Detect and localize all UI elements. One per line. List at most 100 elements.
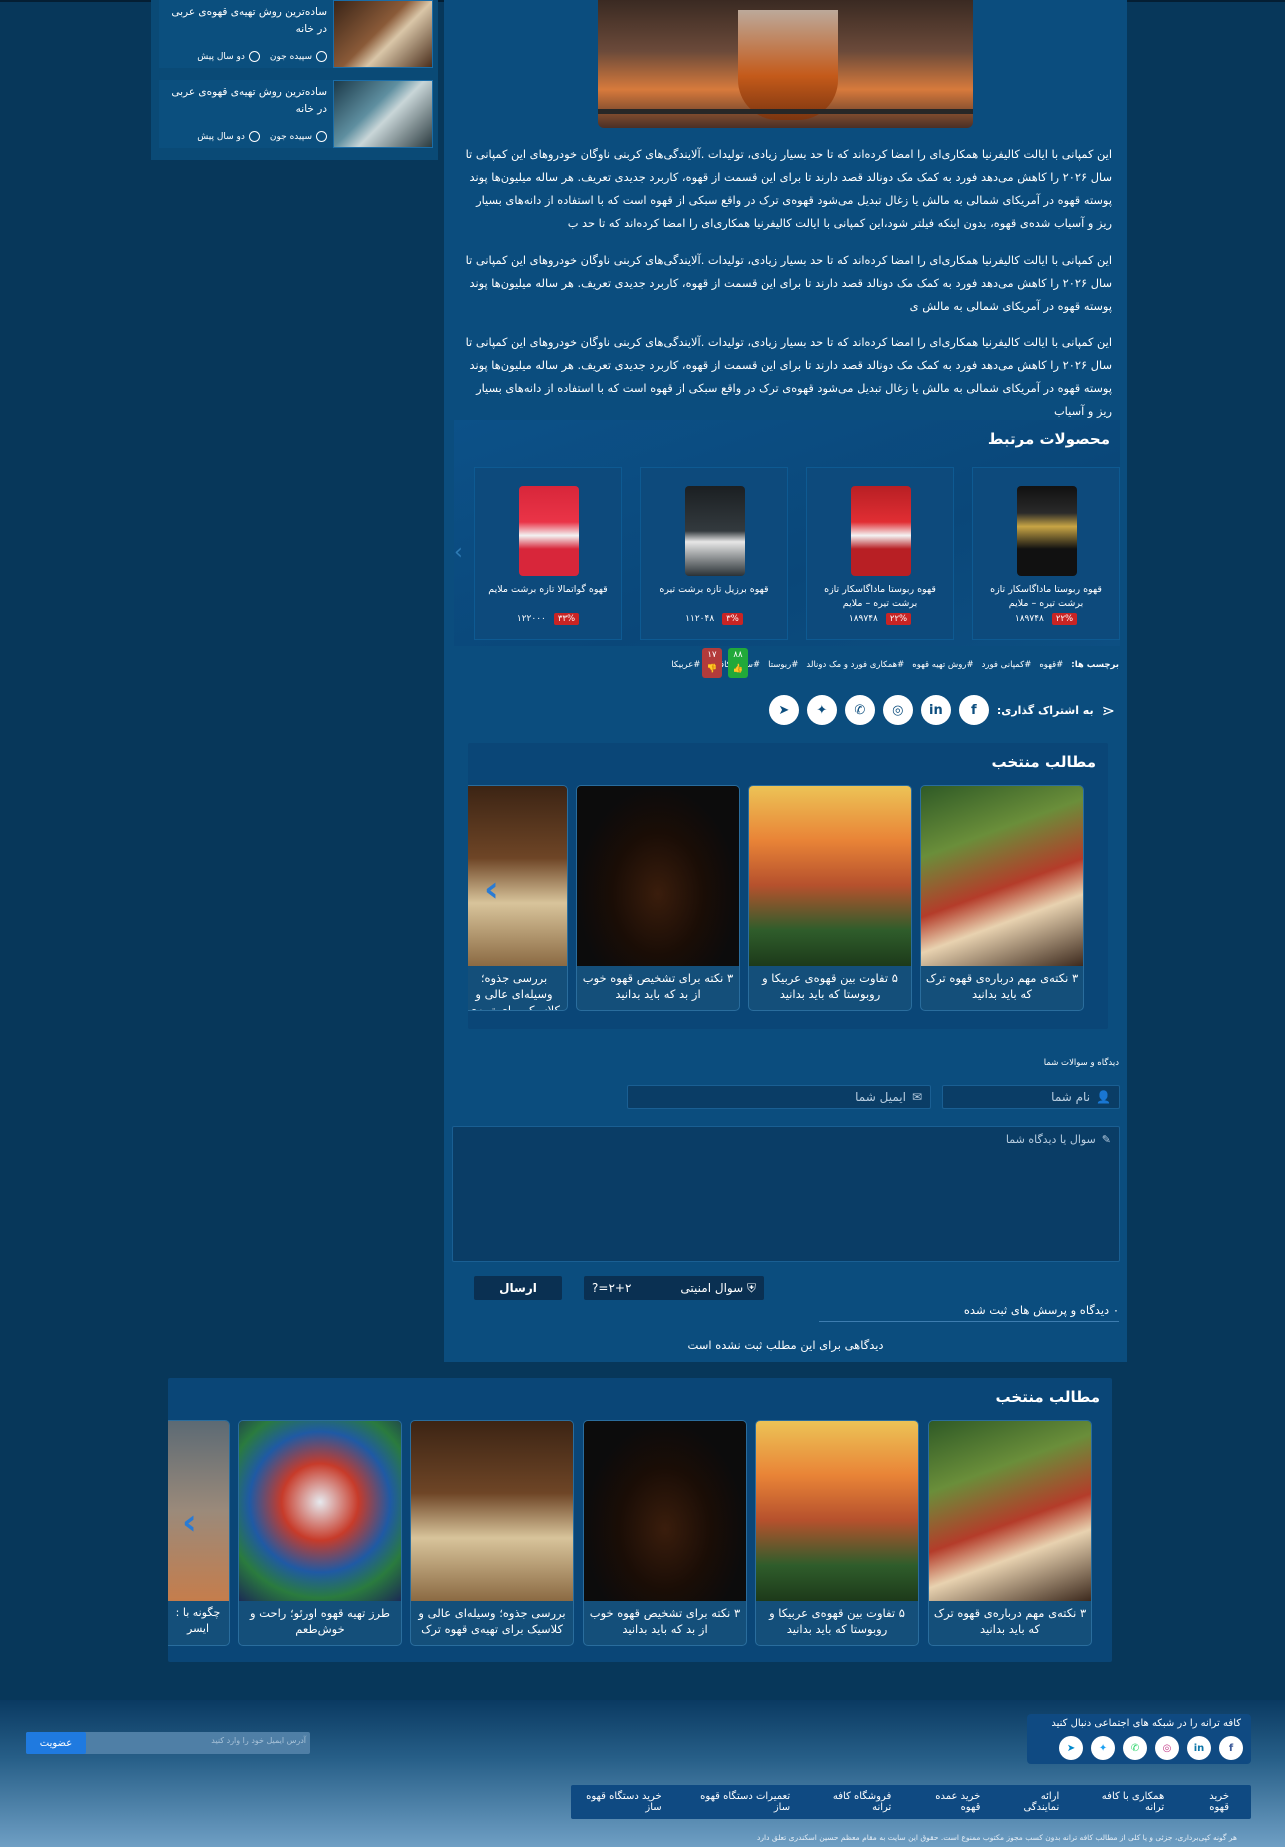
product-name[interactable]: قهوه ربوستا ماداگاسکار تازه برشت تیره – … [811, 583, 949, 611]
product-image[interactable] [851, 486, 911, 576]
featured-caption[interactable]: چگونه با : ایسر [171, 1605, 225, 1637]
featured-card[interactable]: ۳ نکته برای تشخیص قهوه خوب از بد که باید… [576, 785, 740, 1011]
featured-image[interactable] [756, 1421, 918, 1601]
twitter-icon[interactable]: ✦ [1091, 1736, 1115, 1760]
featured-caption[interactable]: طرز تهیه قهوه اورئو؛ راحت و خوش‌طعم [243, 1605, 397, 1637]
follow-title: کافه ترانه را در شبکه های اجتماعی دنبال … [1051, 1718, 1241, 1729]
discount-badge: ۲۲% [885, 613, 912, 625]
featured-caption[interactable]: بررسی جذوه؛ وسیله‌ای عالی و کلاسیک برای … [415, 1605, 569, 1637]
captcha-field[interactable]: ⛨ سوال امنیتی ۲+۲=? [584, 1276, 764, 1300]
post-title[interactable]: ساده‌ترین روش تهیه‌ی قهوه‌ی عربی در خانه [167, 84, 327, 118]
share-bar: ⋖ به اشتراک گذاری: f in ◎ ✆ ✦ ➤ [768, 695, 1115, 725]
tag-link[interactable]: #کمپانی فورد [982, 660, 1032, 670]
facebook-icon[interactable]: f [958, 695, 989, 725]
product-card[interactable]: قهوه ربوستا ماداگاسکار تازه برشت تیره – … [972, 467, 1120, 640]
like-button[interactable]: ۸۸ 👍 [728, 648, 748, 678]
featured-posts-bottom: مطالب منتخب ۳ نکته‌ی مهم درباره‌ی قهوه ت… [168, 1378, 1112, 1662]
tag-link[interactable]: #عربیکا [671, 660, 700, 670]
newsletter-subscribe-button[interactable]: عضویت [26, 1732, 86, 1754]
whatsapp-icon[interactable]: ✆ [1123, 1736, 1147, 1760]
twitter-icon[interactable]: ✦ [806, 695, 837, 725]
featured-caption[interactable]: ۳ نکته‌ی مهم درباره‌ی قهوه ترک که باید ب… [933, 1605, 1087, 1637]
post-thumbnail[interactable] [333, 0, 433, 68]
product-name[interactable]: قهوه برزیل تازه برشت تیره [645, 583, 783, 597]
featured-card[interactable]: چگونه با : ایسر [168, 1420, 230, 1646]
user-icon [316, 131, 327, 142]
product-card[interactable]: قهوه برزیل تازه برشت تیره ۱۱۲۰۴۸ ۳% [640, 467, 788, 640]
discount-badge: ۳% [722, 613, 743, 625]
espresso-grate [598, 109, 973, 114]
featured-image[interactable] [168, 1421, 229, 1601]
article-paragraph: این کمپانی با ایالت کالیفرنیا همکاری‌ای … [465, 253, 1112, 313]
featured-image[interactable] [239, 1421, 401, 1601]
product-image[interactable] [685, 486, 745, 576]
footer-link[interactable]: همکاری با کافه ترانه [1083, 1791, 1164, 1813]
footer-link[interactable]: خرید قهوه [1188, 1791, 1229, 1813]
featured-image[interactable] [921, 786, 1083, 966]
post-title[interactable]: ساده‌ترین روش تهیه‌ی قهوه‌ی عربی در خانه [167, 4, 327, 38]
footer-link[interactable]: ارائه نمایندگی [1004, 1791, 1059, 1813]
product-image[interactable] [519, 486, 579, 576]
telegram-icon[interactable]: ➤ [1059, 1736, 1083, 1760]
product-image[interactable] [1017, 486, 1077, 576]
featured-image[interactable] [577, 786, 739, 966]
captcha-label: ⛨ سوال امنیتی [680, 1280, 756, 1295]
newsletter-form: آدرس ایمیل خود را وارد کنید عضویت [26, 1732, 310, 1754]
featured-image[interactable] [584, 1421, 746, 1601]
email-field[interactable]: ✉ ایمیل شما [627, 1085, 931, 1109]
featured-image[interactable] [468, 786, 567, 966]
message-textarea[interactable]: ✎ سوال یا دیدگاه شما [452, 1126, 1120, 1262]
featured-card[interactable]: طرز تهیه قهوه اورئو؛ راحت و خوش‌طعم [238, 1420, 402, 1646]
linkedin-icon[interactable]: in [920, 695, 951, 725]
featured-card[interactable]: ۳ نکته برای تشخیص قهوه خوب از بد که باید… [583, 1420, 747, 1646]
tag-link[interactable]: #همکاری فورد و مک دونالد [806, 660, 904, 670]
featured-caption[interactable]: ۳ نکته‌ی مهم درباره‌ی قهوه ترک که باید ب… [925, 970, 1079, 1002]
price-value: ۱۱۲۰۴۸ [685, 614, 715, 624]
chevron-left-icon[interactable]: ‹ [454, 540, 463, 565]
featured-caption[interactable]: ۳ نکته برای تشخیص قهوه خوب از بد که باید… [581, 970, 735, 1002]
footer-link[interactable]: فروشگاه کافه ترانه [814, 1791, 891, 1813]
newsletter-email-input[interactable]: آدرس ایمیل خود را وارد کنید [86, 1736, 306, 1745]
sidebar-post-2[interactable]: ساده‌ترین روش تهیه‌ی قهوه‌ی عربی در خانه… [159, 80, 433, 148]
tag-link[interactable]: #ربوستا [768, 660, 798, 670]
featured-caption[interactable]: بررسی جذوه؛ وسیله‌ای عالی و کلاسیک برای … [468, 970, 563, 1010]
linkedin-icon[interactable]: in [1187, 1736, 1211, 1760]
telegram-icon[interactable]: ➤ [768, 695, 799, 725]
featured-image[interactable] [411, 1421, 573, 1601]
featured-card[interactable]: ۵ تفاوت بین قهوه‌ی عربیکا و روبوستا که ب… [748, 785, 912, 1011]
featured-caption[interactable]: ۳ نکته برای تشخیص قهوه خوب از بد که باید… [588, 1605, 742, 1637]
featured-caption[interactable]: ۵ تفاوت بین قهوه‌ی عربیکا و روبوستا که ب… [760, 1605, 914, 1637]
footer-link[interactable]: خرید عمده قهوه [915, 1791, 980, 1813]
featured-card[interactable]: ۳ نکته‌ی مهم درباره‌ی قهوه ترک که باید ب… [920, 785, 1084, 1011]
whatsapp-icon[interactable]: ✆ [844, 695, 875, 725]
name-field[interactable]: 👤 نام شما [942, 1085, 1120, 1109]
dislike-button[interactable]: ۱۷ 👎 [702, 648, 722, 678]
sidebar-post-1[interactable]: ساده‌ترین روش تهیه‌ی قهوه‌ی عربی در خانه… [159, 0, 433, 68]
post-meta: سپیده جون دو سال پیش [197, 51, 327, 62]
featured-card[interactable]: بررسی جذوه؛ وسیله‌ای عالی و کلاسیک برای … [468, 785, 568, 1011]
facebook-icon[interactable]: f [1219, 1736, 1243, 1760]
product-card[interactable]: قهوه گواتمالا تازه برشت ملایم ۱۲۲۰۰۰ ۳۳% [474, 467, 622, 640]
featured-card[interactable]: ۳ نکته‌ی مهم درباره‌ی قهوه ترک که باید ب… [928, 1420, 1092, 1646]
product-card[interactable]: قهوه ربوستا ماداگاسکار تازه برشت تیره – … [806, 467, 954, 640]
featured-image[interactable] [749, 786, 911, 966]
chevron-left-icon[interactable]: ‹ [484, 869, 499, 910]
product-name[interactable]: قهوه ربوستا ماداگاسکار تازه برشت تیره – … [977, 583, 1115, 611]
featured-card[interactable]: بررسی جذوه؛ وسیله‌ای عالی و کلاسیک برای … [410, 1420, 574, 1646]
tag-link[interactable]: #قهوه [1039, 660, 1063, 670]
product-price: ۱۸۹۷۴۸ ۲۲% [973, 613, 1119, 625]
featured-card[interactable]: ۵ تفاوت بین قهوه‌ی عربیکا و روبوستا که ب… [755, 1420, 919, 1646]
post-author: سپیده جون [269, 51, 312, 62]
product-name[interactable]: قهوه گواتمالا تازه برشت ملایم [479, 583, 617, 597]
tag-link[interactable]: #روش تهیه قهوه [912, 660, 973, 670]
share-label: به اشتراک گذاری: [996, 703, 1094, 717]
footer-link[interactable]: خرید دستگاه قهوه ساز [571, 1791, 662, 1813]
chevron-left-icon[interactable]: ‹ [182, 1502, 197, 1543]
featured-caption[interactable]: ۵ تفاوت بین قهوه‌ی عربیکا و روبوستا که ب… [753, 970, 907, 1002]
featured-image[interactable] [929, 1421, 1091, 1601]
footer-link[interactable]: تعمیرات دستگاه قهوه ساز [686, 1791, 790, 1813]
post-thumbnail[interactable] [333, 80, 433, 148]
instagram-icon[interactable]: ◎ [882, 695, 913, 725]
instagram-icon[interactable]: ◎ [1155, 1736, 1179, 1760]
submit-button[interactable]: ارسال [474, 1276, 562, 1300]
